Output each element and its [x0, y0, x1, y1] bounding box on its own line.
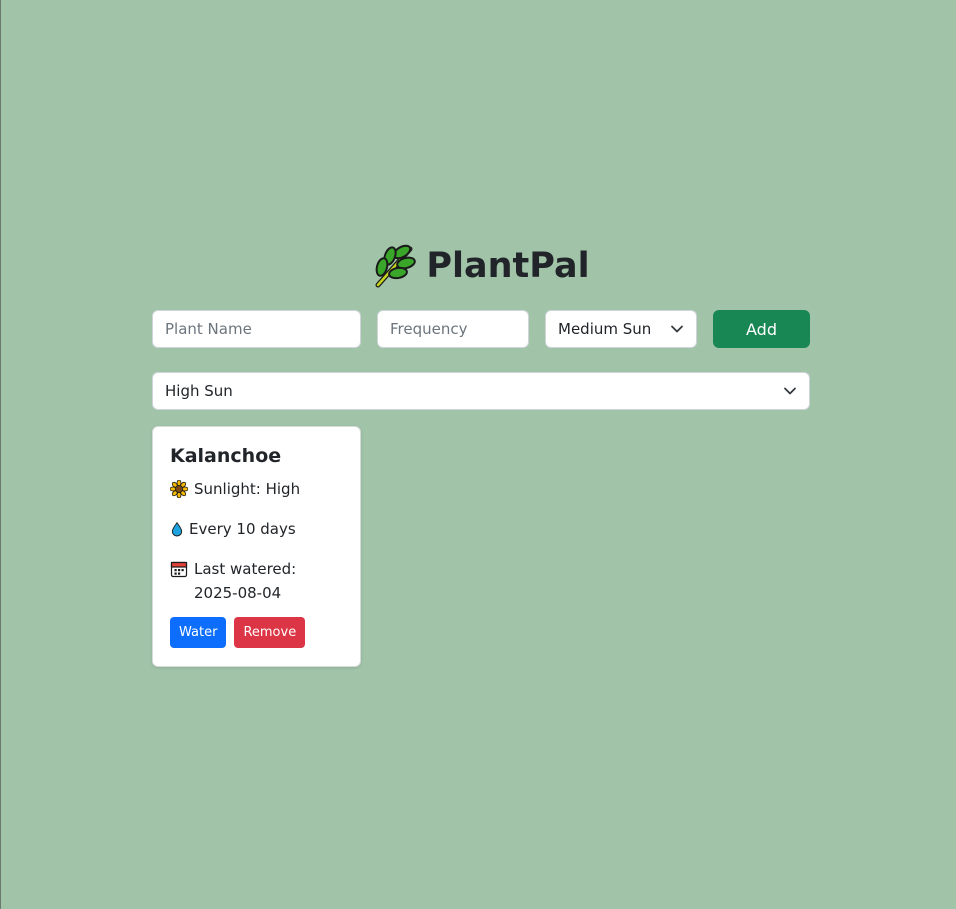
calendar-icon [170, 561, 188, 578]
sunlight-text: Sunlight: High [194, 480, 301, 498]
herb-leaf-icon [375, 244, 417, 288]
add-plant-form: Medium Sun Add [152, 310, 810, 348]
sunflower-icon [170, 480, 188, 498]
plant-name-input[interactable] [152, 310, 361, 348]
filter-select-value: High Sun [165, 382, 233, 400]
add-button[interactable]: Add [713, 310, 810, 348]
chevron-down-icon [671, 325, 683, 333]
frequency-input[interactable] [377, 310, 529, 348]
app-container: PlantPal Medium Sun Add High Sun Kalanch… [152, 240, 810, 667]
remove-button[interactable]: Remove [234, 617, 306, 648]
water-drop-icon [171, 521, 183, 537]
page-title: PlantPal [152, 240, 810, 292]
frequency-text: Every 10 days [189, 520, 296, 538]
water-button[interactable]: Water [170, 617, 227, 648]
chevron-down-icon [784, 387, 796, 395]
app-title-text: PlantPal [426, 246, 590, 286]
sunlight-filter-select[interactable]: High Sun [152, 372, 810, 410]
sunlight-select-value: Medium Sun [558, 320, 652, 338]
plant-last-watered: Last watered: 2025-08-04 [170, 557, 343, 605]
plant-card: Kalanchoe Sunlight: High Every 10 days L… [152, 426, 361, 667]
sunlight-select[interactable]: Medium Sun [545, 310, 697, 348]
plant-sunlight: Sunlight: High [170, 477, 343, 501]
plant-frequency: Every 10 days [170, 517, 343, 541]
plant-name: Kalanchoe [170, 445, 282, 467]
last-watered-text: Last watered: 2025-08-04 [194, 560, 297, 602]
card-actions: Water Remove [170, 617, 343, 648]
